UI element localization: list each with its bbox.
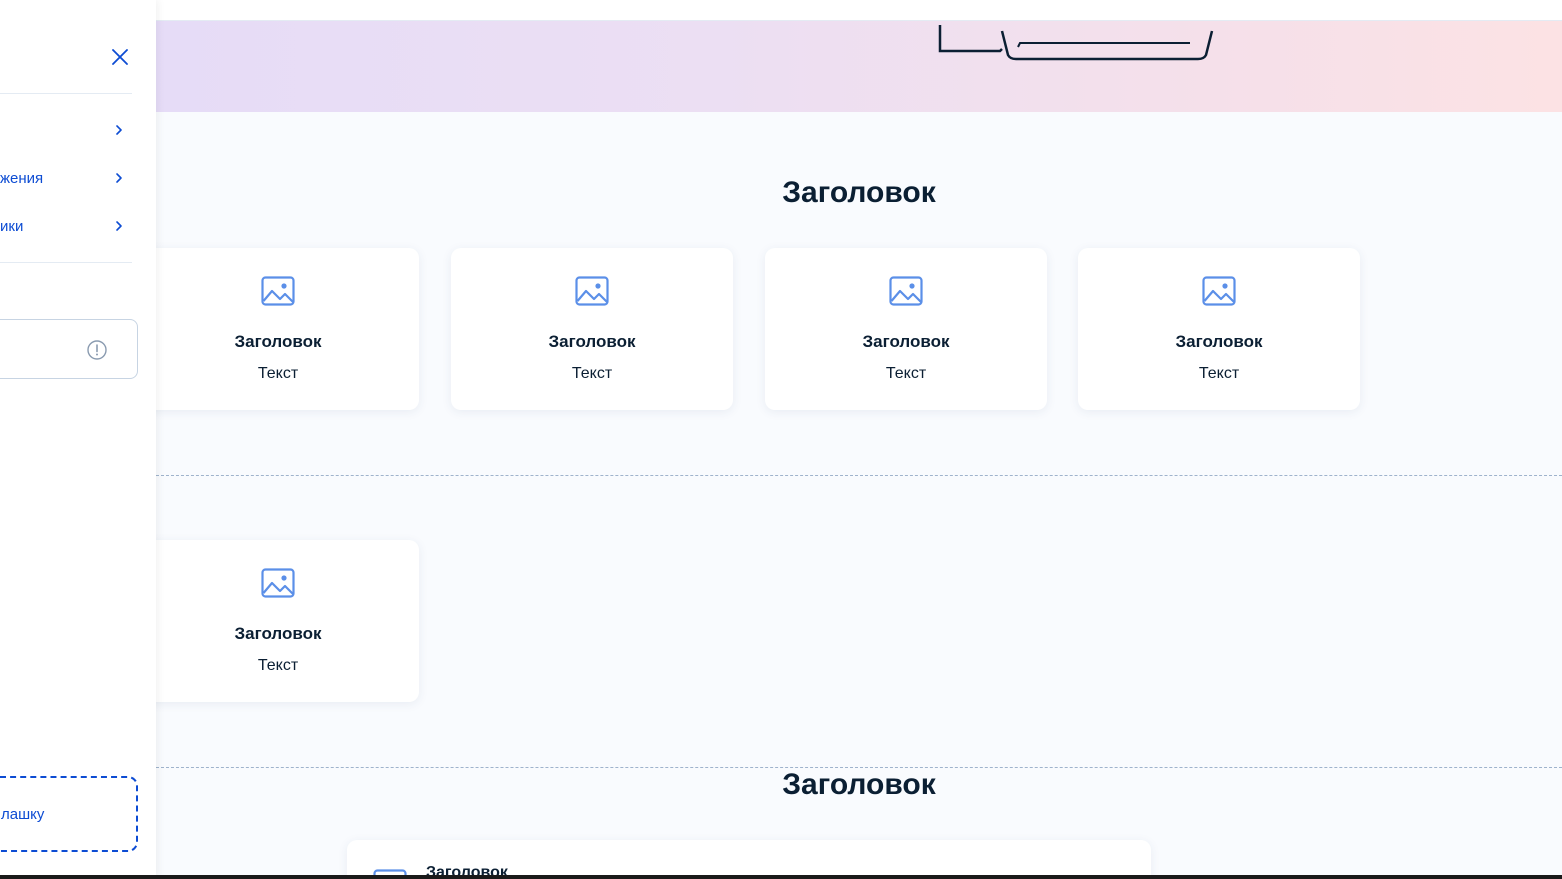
card-text: Текст	[571, 365, 613, 382]
image-icon	[261, 568, 295, 598]
chevron-right-icon	[116, 221, 122, 231]
close-icon[interactable]	[108, 45, 132, 69]
top-header-bar	[156, 0, 1562, 21]
add-card-button-label: лашку	[1, 806, 45, 823]
chevron-right-icon	[116, 173, 122, 183]
section-title: Заголовок	[782, 768, 936, 801]
card-title: Заголовок	[1175, 332, 1263, 351]
card-text: Текст	[257, 657, 299, 674]
sidebar-panel: жения ики лашку	[0, 0, 156, 879]
card-text: Текст	[257, 365, 299, 382]
feature-card[interactable]: Заголовок Текст	[765, 248, 1047, 410]
hero-banner	[156, 21, 1562, 112]
info-icon[interactable]	[86, 339, 108, 361]
sidebar-menu-label: ики	[0, 218, 24, 235]
add-card-button[interactable]: лашку	[0, 776, 138, 852]
feature-card[interactable]: Заголовок Текст	[451, 248, 733, 410]
list-card[interactable]: Заголовок	[347, 840, 1151, 879]
section-divider	[156, 475, 1562, 476]
feature-card[interactable]: Заголовок Текст	[1078, 248, 1360, 410]
image-icon	[575, 276, 609, 306]
card-title: Заголовок	[548, 332, 636, 351]
card-title: Заголовок	[234, 332, 322, 351]
section-title: Заголовок	[782, 176, 936, 209]
card-text: Текст	[1198, 365, 1240, 382]
sidebar-menu-item[interactable]: ики	[0, 212, 132, 240]
feature-card[interactable]: Заголовок Текст	[137, 248, 419, 410]
sidebar-menu-item[interactable]: жения	[0, 164, 132, 192]
bottom-edge	[0, 875, 1562, 879]
main-content: Заголовок Заголовок Текст Заголовок Текс…	[137, 112, 1562, 879]
image-icon	[261, 276, 295, 306]
feature-card[interactable]: Заголовок Текст	[137, 540, 419, 702]
card-text: Текст	[885, 365, 927, 382]
card-title: Заголовок	[234, 624, 322, 643]
banner-illustration	[938, 25, 1214, 61]
sidebar-divider	[0, 262, 132, 263]
image-icon	[1202, 276, 1236, 306]
sidebar-divider	[0, 93, 132, 94]
sidebar-input[interactable]	[0, 319, 138, 379]
card-title: Заголовок	[862, 332, 950, 351]
sidebar-menu-item[interactable]	[0, 116, 132, 144]
image-icon	[889, 276, 923, 306]
chevron-right-icon	[116, 125, 122, 135]
sidebar-menu-label: жения	[0, 170, 44, 187]
